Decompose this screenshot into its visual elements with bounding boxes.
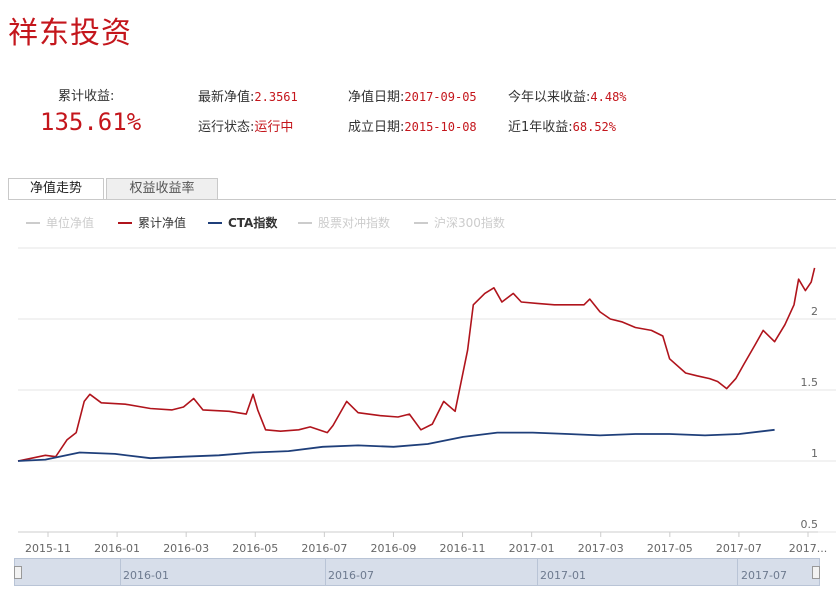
- inception-date-stat: 成立日期:2015-10-08: [348, 116, 477, 135]
- inception-date-label: 成立日期:: [348, 120, 405, 135]
- run-status-value: 运行中: [254, 120, 294, 135]
- y-tick-label: 2: [811, 305, 818, 318]
- legend-swatch: [26, 221, 40, 224]
- fund-title: 祥东投资: [8, 16, 132, 51]
- y-tick-label: 1: [811, 447, 818, 460]
- legend-swatch: [208, 221, 222, 224]
- legend-csi300-index[interactable]: 沪深300指数: [414, 214, 505, 231]
- run-status-label: 运行状态:: [198, 120, 255, 135]
- y-tick-label: 1.5: [801, 376, 819, 389]
- cumulative-nav-line: [17, 267, 816, 462]
- x-tick-label: 2017-05: [647, 542, 693, 555]
- one-year-return-label: 近1年收益:: [508, 120, 573, 135]
- tab-divider: [8, 199, 836, 200]
- one-year-return-stat: 近1年收益:68.52%: [508, 116, 616, 135]
- latest-nav-label: 最新净值:: [198, 90, 255, 105]
- legend-label: CTA指数: [228, 216, 278, 230]
- legend-unit-nav[interactable]: 单位净值: [26, 214, 94, 231]
- x-tick-label: 2017-01: [509, 542, 555, 555]
- navigator-tick: [325, 559, 326, 585]
- ytd-return-stat: 今年以来收益:4.48%: [508, 86, 627, 105]
- navigator-label: 2016-07: [328, 569, 374, 582]
- navigator-left-handle[interactable]: [14, 566, 22, 579]
- legend-cumulative-nav[interactable]: 累计净值: [118, 214, 186, 231]
- cta-index-line: [17, 428, 775, 462]
- latest-nav-stat: 最新净值:2.3561: [198, 86, 298, 105]
- x-tick-label: 2015-11: [25, 542, 71, 555]
- navigator-tick: [120, 559, 121, 585]
- ytd-return-value: 4.48%: [590, 90, 627, 104]
- ytd-return-label: 今年以来收益:: [508, 90, 591, 105]
- legend-label: 单位净值: [46, 216, 95, 230]
- legend-swatch: [414, 221, 428, 224]
- x-tick-label: 2017...: [789, 542, 827, 555]
- navigator-label: 2017-07: [741, 569, 787, 582]
- nav-date-value: 2017-09-05: [404, 90, 477, 104]
- latest-nav-value: 2.3561: [254, 90, 298, 104]
- cumulative-return-value: 135.61%: [40, 108, 142, 136]
- range-navigator[interactable]: 2016-01 2016-07 2017-01 2017-07: [14, 558, 820, 586]
- legend-swatch: [118, 221, 132, 224]
- legend-swatch: [298, 221, 312, 224]
- x-tick-label: 2016-01: [94, 542, 140, 555]
- inception-date-value: 2015-10-08: [404, 120, 477, 134]
- nav-line-chart: 0.5 1 1.5 2 2015-11 2016-01 2016-03 2016-05 2016…: [17, 247, 836, 555]
- tab-equity-return[interactable]: 权益收益率: [106, 178, 218, 200]
- x-tick-label: 2016-03: [163, 542, 209, 555]
- legend-cta-index[interactable]: CTA指数: [208, 214, 277, 231]
- legend-stock-hedge-index[interactable]: 股票对冲指数: [298, 214, 390, 231]
- navigator-label: 2016-01: [123, 569, 169, 582]
- tab-nav-trend[interactable]: 净值走势: [8, 178, 104, 200]
- x-tick-label: 2017-07: [716, 542, 762, 555]
- x-tick-label: 2016-11: [440, 542, 486, 555]
- navigator-tick: [737, 559, 738, 585]
- x-tick-label: 2016-07: [301, 542, 347, 555]
- legend-label: 沪深300指数: [434, 216, 505, 230]
- cumulative-return-label: 累计收益:: [58, 89, 115, 104]
- x-tick-label: 2016-05: [232, 542, 278, 555]
- nav-date-stat: 净值日期:2017-09-05: [348, 86, 477, 105]
- legend-label: 股票对冲指数: [318, 216, 391, 230]
- navigator-label: 2017-01: [540, 569, 586, 582]
- x-tick-label: 2016-09: [370, 542, 416, 555]
- nav-date-label: 净值日期:: [348, 90, 405, 105]
- run-status-stat: 运行状态:运行中: [198, 116, 293, 135]
- navigator-tick: [537, 559, 538, 585]
- navigator-right-handle[interactable]: [812, 566, 820, 579]
- legend-label: 累计净值: [138, 216, 187, 230]
- one-year-return-value: 68.52%: [572, 120, 617, 134]
- x-tick-label: 2017-03: [578, 542, 624, 555]
- y-tick-label: 0.5: [801, 518, 819, 531]
